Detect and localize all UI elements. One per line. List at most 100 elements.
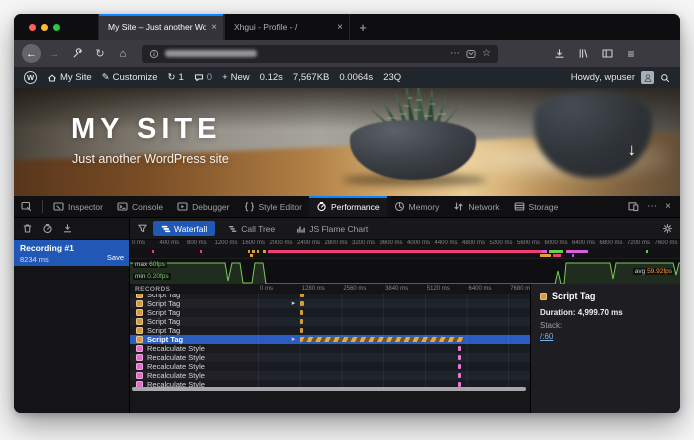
horizontal-scrollbar[interactable]	[132, 387, 526, 391]
record-label: Script Tag	[147, 317, 180, 326]
overview-marker	[553, 254, 561, 257]
library-icon[interactable]	[573, 44, 593, 64]
zoom-window-button[interactable]	[53, 24, 60, 31]
qm-memory[interactable]: 7,567KB	[293, 72, 329, 83]
tab-memory[interactable]: Memory	[387, 196, 447, 217]
waterfall-bar[interactable]	[300, 310, 303, 315]
close-icon[interactable]: ×	[332, 22, 343, 33]
devtools-close-icon[interactable]: ×	[665, 201, 671, 212]
back-button[interactable]: ←	[22, 44, 41, 63]
expand-icon[interactable]: ▸	[292, 299, 296, 308]
record-row[interactable]: Recalculate Style	[130, 344, 530, 353]
filter-funnel-icon[interactable]	[137, 223, 148, 234]
browser-tab-my-site[interactable]: My Site – Just another WordPress s ×	[98, 14, 224, 40]
waterfall-bar[interactable]	[458, 364, 461, 369]
wordpress-logo-icon[interactable]: W	[24, 71, 37, 84]
browser-tab-xhgui[interactable]: Xhgui - Profile - / ×	[224, 14, 350, 40]
view-tab-waterfall[interactable]: Waterfall	[153, 221, 215, 236]
tab-network[interactable]: Network	[446, 196, 506, 217]
sidebars-icon[interactable]	[597, 44, 617, 64]
script-marker-icon	[136, 300, 143, 307]
waterfall-bar[interactable]	[300, 319, 303, 324]
menu-icon[interactable]: ≡	[621, 44, 641, 64]
expand-icon[interactable]: ▸	[292, 335, 296, 344]
wrench-icon[interactable]	[67, 44, 87, 64]
tab-storage[interactable]: Storage	[507, 196, 566, 217]
pick-element-icon[interactable]	[14, 196, 39, 217]
admin-bar-comments[interactable]: 0	[194, 72, 212, 83]
pocket-icon[interactable]	[466, 49, 476, 59]
script-marker-icon	[136, 336, 143, 343]
admin-bar-customize[interactable]: ✎ Customize	[102, 72, 158, 83]
view-tab-call-tree[interactable]: Call Tree	[220, 221, 283, 236]
qm-query-count[interactable]: 23Q	[383, 72, 401, 83]
tab-console[interactable]: Console	[110, 196, 170, 217]
site-info-icon[interactable]	[149, 49, 159, 59]
record-row[interactable]: Script Tag ▸	[130, 335, 530, 344]
framerate-graph[interactable]: max 60fps min 0.20fps avg 59.92fps	[130, 258, 680, 284]
overview-markers-track[interactable]	[130, 248, 680, 258]
screenshot: My Site – Just another WordPress s × Xhg…	[0, 0, 694, 440]
new-tab-button[interactable]: +	[350, 14, 376, 40]
framerate-avg-label: avg 59.92fps	[633, 268, 674, 275]
forward-button[interactable]: →	[44, 44, 64, 64]
admin-bar-howdy[interactable]: Howdy, wpuser	[571, 72, 635, 83]
overview-marker	[263, 250, 266, 253]
record-row[interactable]: Script Tag▸	[130, 299, 530, 308]
waterfall-bar[interactable]	[300, 301, 304, 306]
admin-bar-site-name[interactable]: My Site	[47, 72, 92, 83]
import-recording-icon[interactable]	[62, 223, 73, 234]
clear-recordings-icon[interactable]	[22, 223, 33, 234]
close-icon[interactable]: ×	[206, 22, 217, 33]
recording-item[interactable]: Recording #1 8234 ms Save	[14, 240, 129, 266]
reload-button[interactable]: ↻	[90, 44, 110, 64]
stack-frame-link[interactable]: /:60	[540, 332, 671, 341]
overview-ruler-tick: 3200 ms	[352, 240, 375, 246]
style-marker-icon	[136, 363, 143, 370]
waterfall-bar[interactable]	[300, 337, 463, 342]
record-row[interactable]: Recalculate Style	[130, 362, 530, 371]
start-recording-icon[interactable]	[42, 223, 53, 234]
waterfall-bar[interactable]	[458, 355, 461, 360]
save-recording-link[interactable]: Save	[107, 253, 124, 262]
record-row[interactable]: Script Tag	[130, 326, 530, 335]
overview-marker	[540, 254, 551, 257]
waterfall-bar[interactable]	[300, 328, 303, 333]
qm-query-time[interactable]: 0.0064s	[339, 72, 373, 83]
tab-style-editor[interactable]: Style Editor	[237, 196, 309, 217]
site-title[interactable]: MY SITE	[71, 113, 222, 146]
tab-debugger[interactable]: Debugger	[170, 196, 236, 217]
tab-performance[interactable]: Performance	[309, 196, 387, 217]
record-label: Script Tag	[147, 335, 183, 344]
record-label: Recalculate Style	[147, 353, 205, 362]
admin-bar-new[interactable]: + New	[222, 72, 250, 83]
record-row[interactable]: Recalculate Style	[130, 371, 530, 380]
downloads-icon[interactable]	[549, 44, 569, 64]
recordings-toolbar	[14, 218, 129, 240]
close-window-button[interactable]	[29, 24, 36, 31]
page-actions-icon[interactable]: ⋯	[450, 48, 460, 59]
search-icon[interactable]	[660, 73, 670, 83]
record-row[interactable]: Script Tag	[130, 317, 530, 326]
avatar[interactable]	[641, 71, 654, 84]
url-bar[interactable]: ⋯ ☆	[142, 45, 498, 63]
waterfall-bar[interactable]	[458, 373, 461, 378]
tab-inspector[interactable]: Inspector	[46, 196, 110, 217]
records-ruler-tick: 1280 ms	[302, 286, 325, 292]
minimize-window-button[interactable]	[41, 24, 48, 31]
home-button[interactable]: ⌂	[113, 44, 133, 64]
admin-bar-updates[interactable]: ↻ 1	[168, 72, 184, 83]
view-tab-js-flame-chart[interactable]: JS Flame Chart	[288, 221, 376, 236]
bookmark-star-icon[interactable]: ☆	[482, 48, 491, 59]
devtools-meatball-icon[interactable]: ⋯	[647, 201, 657, 212]
waterfall-bar[interactable]	[458, 346, 461, 351]
detail-title: Script Tag	[552, 291, 595, 301]
scroll-down-arrow-icon[interactable]: ↓	[628, 140, 637, 160]
record-row[interactable]: Script Tag	[130, 308, 530, 317]
record-row[interactable]: Recalculate Style	[130, 353, 530, 362]
overview-marker	[248, 250, 250, 253]
qm-page-time[interactable]: 0.12s	[260, 72, 283, 83]
gear-icon[interactable]	[662, 223, 673, 234]
responsive-design-icon[interactable]	[628, 201, 639, 212]
pencil-icon: ✎	[102, 72, 110, 83]
